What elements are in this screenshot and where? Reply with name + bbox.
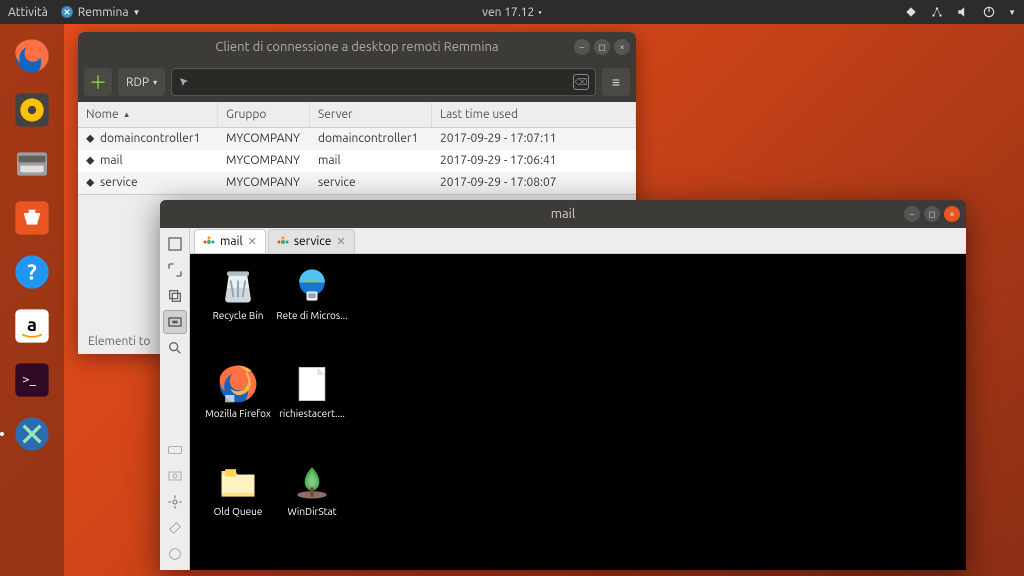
list-item[interactable]: ⬥mail MYCOMPANY mail 2017-09-29 - 17:06:… bbox=[78, 150, 636, 172]
tool-disconnect-icon[interactable] bbox=[163, 542, 187, 566]
tab-bar: mail ✕ service ✕ bbox=[190, 228, 966, 254]
maximize-button[interactable]: ◻ bbox=[924, 206, 940, 222]
connection-icon bbox=[203, 236, 215, 248]
list-item[interactable]: ⬥domaincontroller1 MYCOMPANY domaincontr… bbox=[78, 128, 636, 150]
launcher-software[interactable] bbox=[8, 194, 56, 242]
tool-scale-icon[interactable] bbox=[163, 310, 187, 334]
list-item[interactable]: ⬥service MYCOMPANY service 2017-09-29 - … bbox=[78, 172, 636, 194]
tab-mail[interactable]: mail ✕ bbox=[194, 229, 266, 253]
window-title: Client di connessione a desktop remoti R… bbox=[215, 40, 498, 54]
tool-tools-icon[interactable] bbox=[163, 516, 187, 540]
search-input[interactable] bbox=[190, 76, 573, 89]
desktop-icon-windirstat[interactable]: WinDirStat bbox=[276, 460, 348, 517]
launcher-files[interactable] bbox=[8, 140, 56, 188]
tool-resize-icon[interactable] bbox=[163, 232, 187, 256]
column-group[interactable]: Gruppo bbox=[218, 102, 310, 127]
titlebar[interactable]: mail – ◻ × bbox=[160, 200, 966, 228]
close-icon[interactable]: ✕ bbox=[336, 235, 345, 248]
toolbar: ＋ RDP▾ ⌫ ≡ bbox=[78, 62, 636, 102]
close-icon[interactable]: ✕ bbox=[248, 235, 257, 248]
volume-icon[interactable] bbox=[956, 5, 970, 19]
launcher-terminal[interactable]: >_ bbox=[8, 356, 56, 404]
launcher-remmina[interactable] bbox=[8, 410, 56, 458]
desktop-icon-firefox[interactable]: Mozilla Firefox bbox=[202, 362, 274, 419]
top-panel: Attività Remmina ▼ ven 17.12 ● ▼ bbox=[0, 0, 1024, 24]
app-menu[interactable]: Remmina ▼ bbox=[60, 5, 141, 19]
remote-desktop-view[interactable]: Recycle BinRete di Micros...Mozilla Fire… bbox=[190, 254, 966, 570]
tool-preferences-icon[interactable] bbox=[163, 490, 187, 514]
column-time[interactable]: Last time used bbox=[432, 102, 636, 127]
clock[interactable]: ven 17.12 ● bbox=[482, 6, 542, 19]
protocol-selector[interactable]: RDP▾ bbox=[118, 68, 165, 96]
tab-service[interactable]: service ✕ bbox=[268, 229, 355, 253]
maximize-button[interactable]: ◻ bbox=[594, 39, 610, 55]
remmina-session-window: mail – ◻ × mail ✕ bbox=[160, 200, 966, 570]
launcher-firefox[interactable] bbox=[8, 32, 56, 80]
remmina-tray-icon[interactable] bbox=[904, 5, 918, 19]
close-button[interactable]: × bbox=[614, 39, 630, 55]
desktop-icon-document[interactable]: richiestacert.... bbox=[276, 362, 348, 419]
search-box[interactable]: ⌫ bbox=[171, 68, 596, 96]
remmina-icon bbox=[60, 5, 74, 19]
titlebar[interactable]: Client di connessione a desktop remoti R… bbox=[78, 32, 636, 62]
chevron-down-icon: ▼ bbox=[133, 8, 141, 17]
launcher-amazon[interactable]: a bbox=[8, 302, 56, 350]
window-title: mail bbox=[551, 207, 575, 221]
clear-icon[interactable]: ⌫ bbox=[573, 74, 589, 90]
chevron-down-icon: ▼ bbox=[1008, 8, 1016, 17]
column-name[interactable]: Nome ▲ bbox=[78, 102, 218, 127]
cursor-icon bbox=[178, 76, 190, 88]
svg-text:?: ? bbox=[27, 261, 37, 285]
minimize-button[interactable]: – bbox=[904, 206, 920, 222]
tool-duplicate-icon[interactable] bbox=[163, 284, 187, 308]
launcher-rhythmbox[interactable] bbox=[8, 86, 56, 134]
desktop-icon-recycle[interactable]: Recycle Bin bbox=[202, 264, 274, 321]
tool-zoom-icon[interactable] bbox=[163, 336, 187, 360]
svg-text:a: a bbox=[27, 315, 37, 335]
add-connection-button[interactable]: ＋ bbox=[84, 68, 112, 96]
list-header: Nome ▲ Gruppo Server Last time used bbox=[78, 102, 636, 128]
tool-keyboard-icon[interactable] bbox=[163, 438, 187, 462]
svg-text:>_: >_ bbox=[22, 371, 37, 386]
session-toolbar bbox=[160, 228, 190, 570]
connection-icon bbox=[277, 236, 289, 248]
activities-button[interactable]: Attività bbox=[8, 6, 48, 19]
power-icon[interactable] bbox=[982, 5, 996, 19]
launcher-help[interactable]: ? bbox=[8, 248, 56, 296]
launcher-dock: ? a >_ bbox=[0, 24, 64, 576]
network-icon[interactable] bbox=[930, 5, 944, 19]
desktop-icon-network[interactable]: Rete di Micros... bbox=[276, 264, 348, 321]
tool-fullscreen-icon[interactable] bbox=[163, 258, 187, 282]
column-server[interactable]: Server bbox=[310, 102, 432, 127]
hamburger-menu[interactable]: ≡ bbox=[602, 68, 630, 96]
tool-screenshot-icon[interactable] bbox=[163, 464, 187, 488]
minimize-button[interactable]: – bbox=[574, 39, 590, 55]
close-button[interactable]: × bbox=[944, 206, 960, 222]
desktop-icon-folder[interactable]: Old Queue bbox=[202, 460, 274, 517]
connection-list: ⬥domaincontroller1 MYCOMPANY domaincontr… bbox=[78, 128, 636, 194]
